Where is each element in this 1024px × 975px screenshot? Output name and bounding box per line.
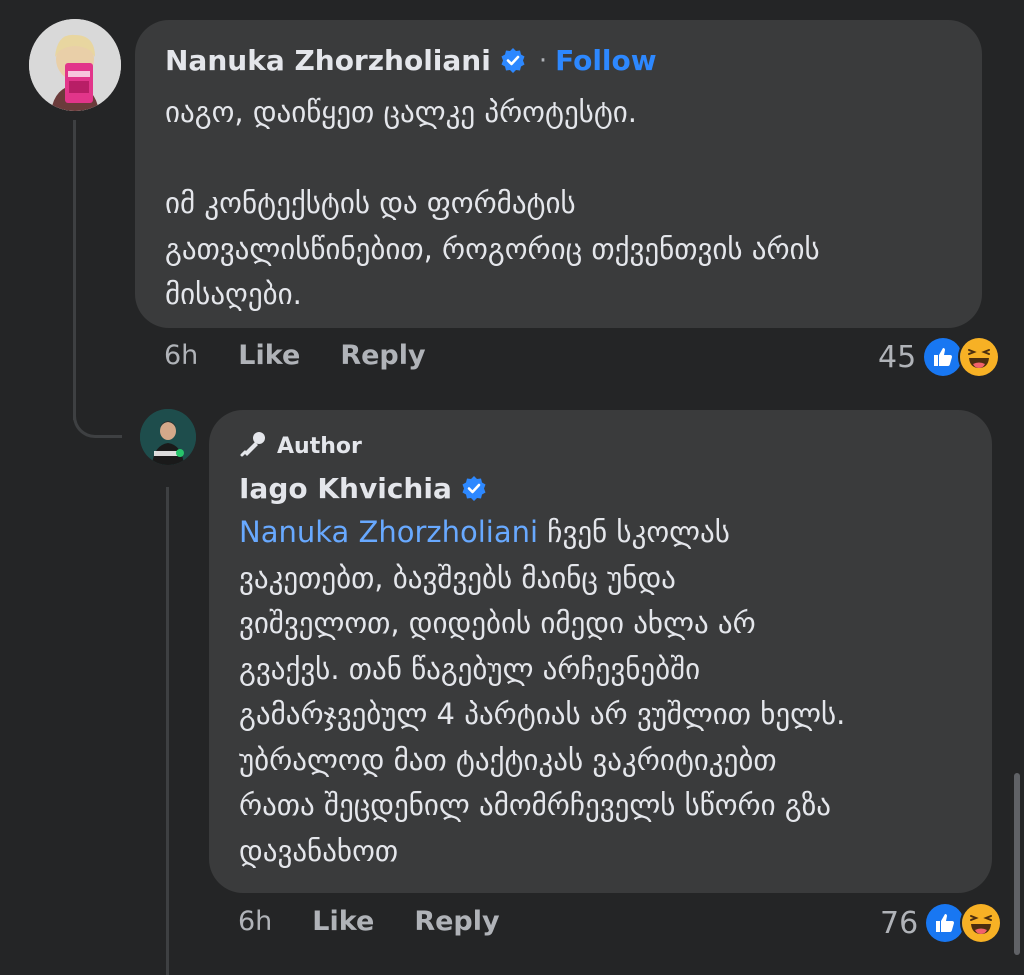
comment-line: მისაღები. xyxy=(165,277,302,311)
reply-button[interactable]: Reply xyxy=(414,906,499,937)
comment-line: რათა შეცდენილ ამომრჩეველს სწორი გზა xyxy=(239,788,831,822)
separator-dot: · xyxy=(538,45,548,76)
reactions-summary[interactable]: 76 xyxy=(880,902,1003,944)
comment-line: დავანახოთ xyxy=(239,833,399,868)
comment-line: ვიშველოთ, დიდების იმედი ახლა არ xyxy=(239,606,756,640)
comment-actions: 6h Like Reply xyxy=(238,906,540,937)
mention-link[interactable]: Nanuka Zhorzholiani xyxy=(239,515,538,549)
comment-line: გვაქვს. თან წაგებულ არჩევნებში xyxy=(239,651,701,686)
comment-actions: 6h Like Reply xyxy=(164,340,466,371)
thread-connector-curve xyxy=(73,395,122,438)
comment-timestamp[interactable]: 6h xyxy=(238,906,272,937)
reaction-count: 45 xyxy=(878,339,917,375)
haha-reaction-icon xyxy=(958,336,1001,378)
comment-timestamp[interactable]: 6h xyxy=(164,340,198,371)
comment-line: ვაკეთებთ, ბავშვებს მაინც უნდა xyxy=(239,560,676,595)
comment-thread: Nanuka Zhorzholiani · Follow იაგო, დაიწყ… xyxy=(0,0,1024,975)
scrollbar[interactable] xyxy=(1014,773,1020,955)
author-name[interactable]: Nanuka Zhorzholiani xyxy=(165,44,491,77)
haha-reaction-icon xyxy=(960,902,1003,944)
comment-line: ჩვენ სკოლას xyxy=(538,515,730,549)
verified-badge-icon xyxy=(460,475,488,503)
comment-line: იმ კონტექსტის და ფორმატის xyxy=(165,186,576,220)
avatar[interactable] xyxy=(29,19,121,111)
verified-badge-icon xyxy=(499,47,527,75)
reply-thread-line xyxy=(166,487,169,975)
author-badge: Author xyxy=(239,430,362,462)
like-button[interactable]: Like xyxy=(312,906,374,937)
author-badge-label: Author xyxy=(277,433,362,459)
comment-line: უბრალოდ მათ ტაქტიკას ვაკრიტიკებთ xyxy=(239,742,777,777)
comment-line: გამარჯვებულ 4 პარტიას არ ვუშლით ხელს. xyxy=(239,697,846,731)
comment-header: Iago Khvichia xyxy=(239,472,488,505)
avatar[interactable] xyxy=(140,409,196,465)
comment-text: იაგო, დაიწყეთ ცალკე პროტესტი. იმ კონტექს… xyxy=(165,90,820,318)
thread-connector-line xyxy=(73,120,76,420)
follow-button[interactable]: Follow xyxy=(555,44,657,77)
comment-line: იაგო, დაიწყეთ ცალკე პროტესტი. xyxy=(165,95,638,129)
reply-bubble: Author Iago Khvichia Nanuka Zhorzholiani… xyxy=(209,410,992,893)
comment-bubble: Nanuka Zhorzholiani · Follow იაგო, დაიწყ… xyxy=(135,20,982,328)
like-button[interactable]: Like xyxy=(238,340,300,371)
author-name[interactable]: Iago Khvichia xyxy=(239,472,452,505)
comment-text: Nanuka Zhorzholiani ჩვენ სკოლას ვაკეთებთ… xyxy=(239,510,845,874)
microphone-icon xyxy=(239,430,267,462)
comment-line: გათვალისწინებით, როგორიც თქვენთვის არის xyxy=(165,231,820,266)
reactions-summary[interactable]: 45 xyxy=(878,336,1001,378)
reply-button[interactable]: Reply xyxy=(340,340,425,371)
comment-header: Nanuka Zhorzholiani · Follow xyxy=(165,44,657,77)
reaction-count: 76 xyxy=(880,905,919,941)
